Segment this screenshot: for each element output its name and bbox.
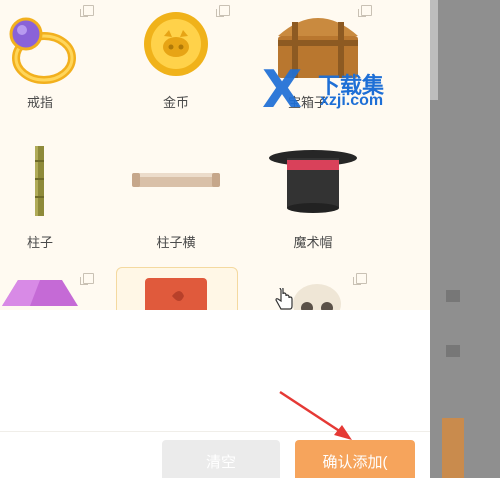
item-red-block[interactable]	[116, 267, 238, 310]
item-label: 金币	[162, 95, 189, 110]
background-block	[446, 345, 460, 357]
pillar-icon	[35, 146, 44, 216]
horizontal-pillar-icon	[132, 173, 220, 187]
stage: 戒指 金币 宝箱子 柱子 柱子横 魔术帽 清空 确认添加(X 下载集 xzji…	[0, 0, 500, 478]
magic-hat-icon	[269, 150, 357, 213]
item-ring[interactable]: 戒指	[0, 0, 100, 110]
copy-icon[interactable]	[80, 273, 94, 285]
item-label: 戒指	[26, 95, 53, 110]
watermark-x-logo: X	[262, 60, 303, 120]
background-page-overlay	[430, 0, 500, 478]
copy-icon[interactable]	[358, 5, 372, 17]
item-horizontal-pillar[interactable]: 柱子横	[116, 140, 236, 250]
copy-icon[interactable]	[216, 5, 230, 17]
item-grid-panel: 戒指 金币 宝箱子 柱子 柱子横 魔术帽	[0, 0, 430, 310]
background-orange-block	[442, 418, 464, 478]
divider	[0, 431, 430, 432]
copy-icon[interactable]	[353, 273, 367, 285]
item-label: 柱子	[26, 235, 53, 250]
clear-button[interactable]: 清空	[162, 440, 280, 478]
background-block	[446, 290, 460, 302]
red-block-icon	[145, 278, 207, 310]
skull-icon	[293, 284, 341, 310]
item-magic-hat[interactable]: 魔术帽	[253, 140, 373, 250]
item-skull[interactable]	[253, 268, 373, 310]
watermark-url: xzji.com	[320, 92, 384, 109]
item-label: 魔术帽	[293, 235, 333, 250]
item-label: 柱子横	[156, 235, 196, 250]
copy-icon[interactable]	[80, 5, 94, 17]
item-pillar[interactable]: 柱子	[0, 140, 100, 250]
red-arrow-annotation-icon	[279, 390, 352, 440]
hand-cursor-icon	[275, 288, 293, 310]
item-purple-gem[interactable]	[0, 268, 100, 310]
item-gold-coin[interactable]: 金币	[116, 0, 236, 110]
background-scrollbar	[430, 0, 438, 100]
